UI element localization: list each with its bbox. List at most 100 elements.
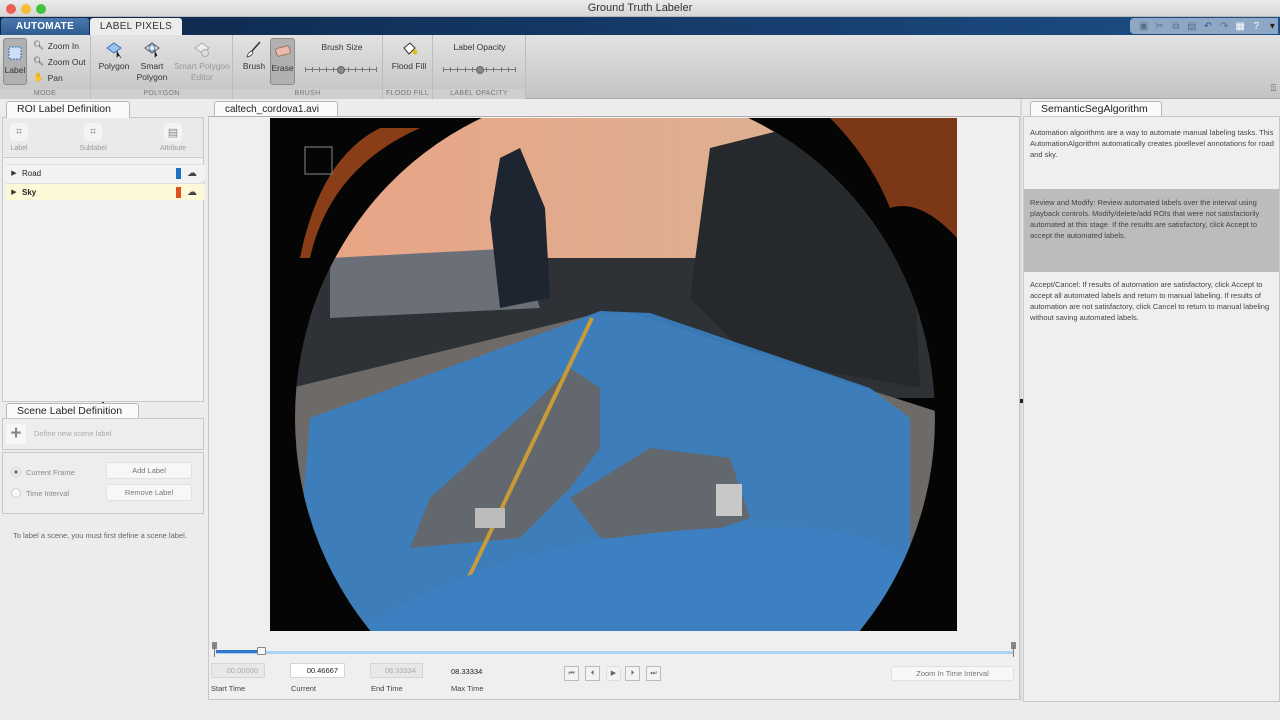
zoom-out-icon: 🔍︎: [33, 56, 44, 66]
expand-caret-icon[interactable]: ▶: [6, 169, 22, 177]
add-label-icon: ⌗: [10, 123, 28, 141]
timeline-start-line: [214, 645, 215, 657]
help-icon[interactable]: ?: [1251, 21, 1262, 32]
roi-label-definition-tab[interactable]: ROI Label Definition: [6, 101, 130, 118]
mode-section: Label 🔍︎ Zoom In 🔍︎ Zoom Out ✋ Pan MODE: [0, 35, 91, 99]
slider-tick: [369, 67, 370, 72]
slider-thumb[interactable]: [337, 66, 345, 74]
scene-label-definition-tab[interactable]: Scene Label Definition: [6, 403, 139, 419]
zoom-in-text: Zoom In: [47, 40, 79, 51]
flood-fill-button[interactable]: Flood Fill: [388, 40, 430, 72]
save-icon[interactable]: ▣: [1138, 21, 1149, 32]
roi-label-item-road[interactable]: ▶ Road ☁: [6, 164, 205, 181]
add-label-button[interactable]: ⌗ Label: [5, 123, 33, 152]
video-frame-display[interactable]: [270, 118, 957, 631]
label-mode-button[interactable]: Label: [3, 38, 27, 85]
paste-icon[interactable]: ▤: [1186, 21, 1197, 32]
pan-button[interactable]: ✋ Pan: [33, 72, 63, 83]
minimize-window-button[interactable]: [21, 4, 31, 14]
current-time-label: Current: [291, 684, 317, 693]
smart-polygon-editor-button[interactable]: Smart Polygon Editor: [173, 40, 231, 83]
algorithm-tab[interactable]: SemanticSegAlgorithm: [1030, 101, 1162, 117]
timeline-track[interactable]: [216, 651, 1014, 654]
expand-caret-icon[interactable]: ▶: [6, 188, 22, 196]
hood-camera-left: [475, 508, 505, 528]
add-sublabel-button[interactable]: ⌗ Sublabel: [75, 123, 111, 152]
cut-icon[interactable]: ✂: [1154, 21, 1165, 32]
polygon-icon: [106, 42, 122, 58]
timeline-playhead[interactable]: [257, 647, 266, 655]
editor-text-1: Smart Polygon: [174, 61, 230, 71]
next-frame-button[interactable]: ⏵: [625, 666, 640, 681]
first-frame-button[interactable]: ⏮: [564, 666, 579, 681]
smart-polygon-button[interactable]: Smart Polygon: [135, 40, 169, 83]
segmented-frame-image: [270, 118, 957, 631]
tab-automate[interactable]: AUTOMATE: [1, 18, 89, 35]
add-attribute-button[interactable]: ▤ Attribute: [153, 123, 193, 152]
redo-icon[interactable]: ↷: [1219, 21, 1230, 32]
algorithm-panel: Automation algorithms are a way to autom…: [1023, 116, 1280, 702]
paint-bucket-icon: [403, 42, 418, 55]
current-frame-radio[interactable]: Current Frame: [11, 467, 75, 477]
label-opacity-slider[interactable]: [443, 66, 516, 74]
previous-frame-button[interactable]: ⏴: [585, 666, 600, 681]
time-interval-radio[interactable]: Time Interval: [11, 488, 69, 498]
slider-tick: [326, 67, 327, 72]
slider-tick: [355, 67, 356, 72]
add-attribute-text: Attribute: [159, 145, 187, 152]
zoom-in-button[interactable]: 🔍︎ Zoom In: [33, 40, 79, 51]
current-frame-text: Current Frame: [26, 467, 75, 477]
prev-frame-icon: ⏴: [590, 670, 595, 677]
add-scene-label-icon[interactable]: +: [6, 424, 26, 444]
label-select-icon: [8, 46, 22, 60]
play-icon: ▶: [610, 670, 617, 677]
dropdown-icon[interactable]: ▾: [1267, 21, 1278, 32]
add-scene-label-button[interactable]: Add Label: [106, 462, 192, 479]
brush-size-slider[interactable]: [305, 66, 377, 74]
pixel-label-icon: ☁: [187, 186, 197, 198]
max-time-value: 08.33334: [451, 667, 483, 676]
polygon-button[interactable]: Polygon: [95, 40, 133, 72]
video-tab[interactable]: caltech_cordova1.avi: [214, 101, 338, 117]
slider-thumb[interactable]: [476, 66, 484, 74]
copy-icon[interactable]: ⧉: [1170, 21, 1181, 32]
label-opacity-section-label: LABEL OPACITY: [433, 89, 525, 99]
roi-label-item-sky[interactable]: ▶ Sky ☁: [6, 183, 205, 200]
label-color-swatch[interactable]: [176, 167, 181, 179]
remove-scene-label-button[interactable]: Remove Label: [106, 484, 192, 501]
slider-tick: [362, 67, 363, 72]
roi-label-panel: ⌗ Label ⌗ Sublabel ▤ Attribute ▶ Road ☁ ▶ Sky ☁: [2, 117, 205, 402]
editor-text-2: Editor: [190, 72, 214, 82]
collapse-ribbon-icon[interactable]: ⍐: [1271, 83, 1276, 94]
brush-button[interactable]: Brush: [240, 40, 268, 72]
brush-text: Brush: [242, 61, 266, 71]
define-scene-label-text: Define new scene label: [34, 429, 112, 438]
maximize-window-button[interactable]: [36, 4, 46, 14]
zoom-out-button[interactable]: 🔍︎ Zoom Out: [33, 56, 86, 67]
quick-access-toolbar: ▣ ✂ ⧉ ▤ ↶ ↷ ▦ ? ▾: [1130, 18, 1278, 34]
scene-options: Current Frame Time Interval Add Label Re…: [2, 452, 204, 514]
last-frame-icon: ⏭: [650, 670, 657, 677]
brush-icon: [246, 41, 261, 58]
label-color-swatch[interactable]: [176, 186, 181, 198]
close-window-button[interactable]: [6, 4, 16, 14]
undo-icon[interactable]: ↶: [1202, 21, 1213, 32]
pixel-label-icon: ☁: [187, 167, 197, 179]
radio-unselected-icon: [11, 488, 21, 498]
erase-button[interactable]: Erase: [270, 38, 295, 85]
current-time-field[interactable]: 00.46667: [290, 663, 345, 678]
last-frame-button[interactable]: ⏭: [646, 666, 661, 681]
start-time-field[interactable]: 00.00000: [211, 663, 265, 678]
label-opacity-label: Label Opacity: [453, 42, 506, 52]
layout-icon[interactable]: ▦: [1235, 21, 1246, 32]
roi-label-name: Road: [22, 168, 42, 178]
end-time-field[interactable]: 08.33334: [370, 663, 423, 678]
play-button[interactable]: ▶: [606, 666, 621, 681]
zoom-in-time-interval-button[interactable]: Zoom In Time Interval: [891, 666, 1014, 681]
slider-tick: [333, 67, 334, 72]
max-time-label: Max Time: [451, 684, 484, 693]
end-time-label: End Time: [371, 684, 403, 693]
tab-label-pixels[interactable]: LABEL PIXELS: [90, 18, 182, 35]
smart-polygon-text-2: Polygon: [136, 72, 168, 82]
slider-tick: [508, 67, 509, 72]
